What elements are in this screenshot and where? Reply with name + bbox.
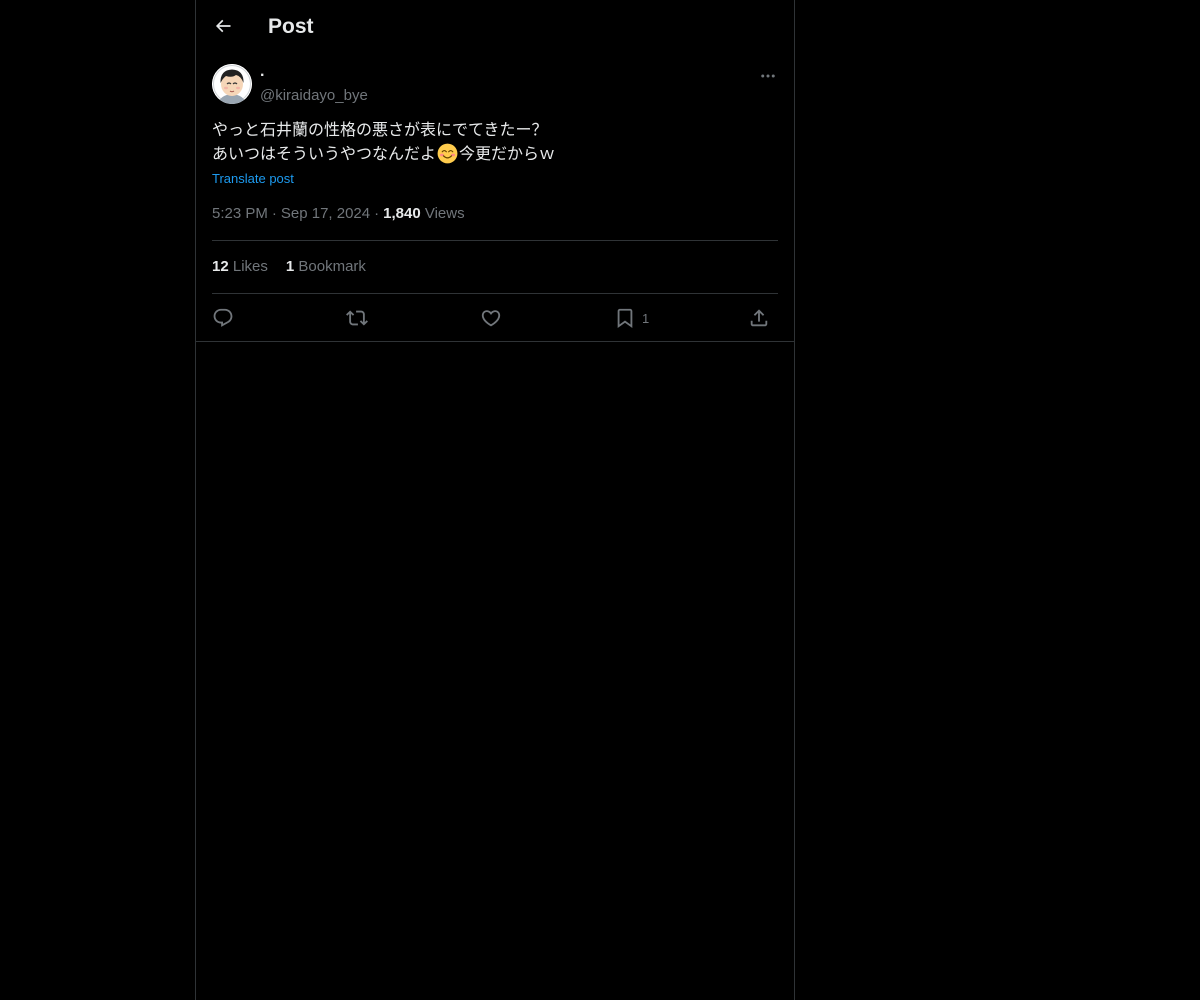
avatar-image — [212, 64, 252, 104]
repost-button[interactable] — [346, 304, 368, 332]
post-text-line2-start: あいつはそういうやつなんだよ — [212, 146, 437, 163]
page-title: Post — [268, 15, 314, 38]
reply-icon — [213, 308, 233, 327]
likes-label: Likes — [232, 258, 268, 275]
post-metadata: 5:23 PM · Sep 17, 2024 · 1,840 Views — [212, 204, 465, 224]
likes-stat[interactable]: 12 Likes — [212, 258, 268, 275]
bookmark-icon — [617, 308, 633, 329]
more-icon — [761, 74, 775, 78]
bookmarks-label: Bookmark — [298, 258, 366, 275]
bookmarks-count: 1 — [285, 258, 295, 275]
bookmark-action-count: 1 — [642, 310, 650, 326]
bookmark-button[interactable]: 1 — [614, 304, 649, 332]
share-button[interactable] — [748, 304, 770, 332]
reply-button[interactable] — [212, 304, 234, 332]
more-options-button[interactable] — [756, 64, 780, 88]
back-arrow-icon — [215, 19, 231, 33]
header: Post — [196, 0, 794, 53]
post-column: Post · @kiraidayo_bye やっと石井蘭の性格の悪さが表にでてき… — [195, 0, 795, 1000]
meta-separator: · — [374, 205, 380, 222]
back-button[interactable] — [208, 11, 238, 41]
translate-post-link[interactable]: Translate post — [212, 170, 294, 188]
views-count: 1,840 — [383, 205, 421, 222]
repost-icon — [346, 310, 368, 326]
divider — [212, 293, 778, 294]
likes-count: 12 — [212, 258, 229, 275]
author-display-name[interactable]: · — [260, 66, 265, 86]
post-bottom-border — [196, 341, 794, 342]
heart-icon — [481, 310, 501, 327]
like-button[interactable] — [480, 304, 502, 332]
post-text: やっと石井蘭の性格の悪さが表にでてきたー？ あいつはそういうやつなんだよ 今更だか… — [212, 119, 772, 167]
action-bar: 1 — [212, 304, 778, 332]
post-stats: 12 Likes 1 Bookmark — [212, 257, 384, 277]
meta-separator: · — [271, 205, 277, 222]
post-date[interactable]: Sep 17, 2024 — [281, 205, 370, 222]
smiling-face-emoji-icon — [437, 143, 458, 164]
avatar[interactable] — [212, 64, 252, 104]
post-text-line2-end: 今更だからｗ — [459, 146, 556, 163]
bookmarks-stat[interactable]: 1 Bookmark — [286, 258, 366, 275]
divider — [212, 240, 778, 241]
views-label: Views — [424, 205, 465, 222]
post-time[interactable]: 5:23 PM — [212, 205, 268, 222]
author-handle[interactable]: @kiraidayo_bye — [260, 86, 368, 106]
post-text-line1: やっと石井蘭の性格の悪さが表にでてきたー？ — [212, 122, 548, 139]
share-icon — [750, 309, 768, 327]
